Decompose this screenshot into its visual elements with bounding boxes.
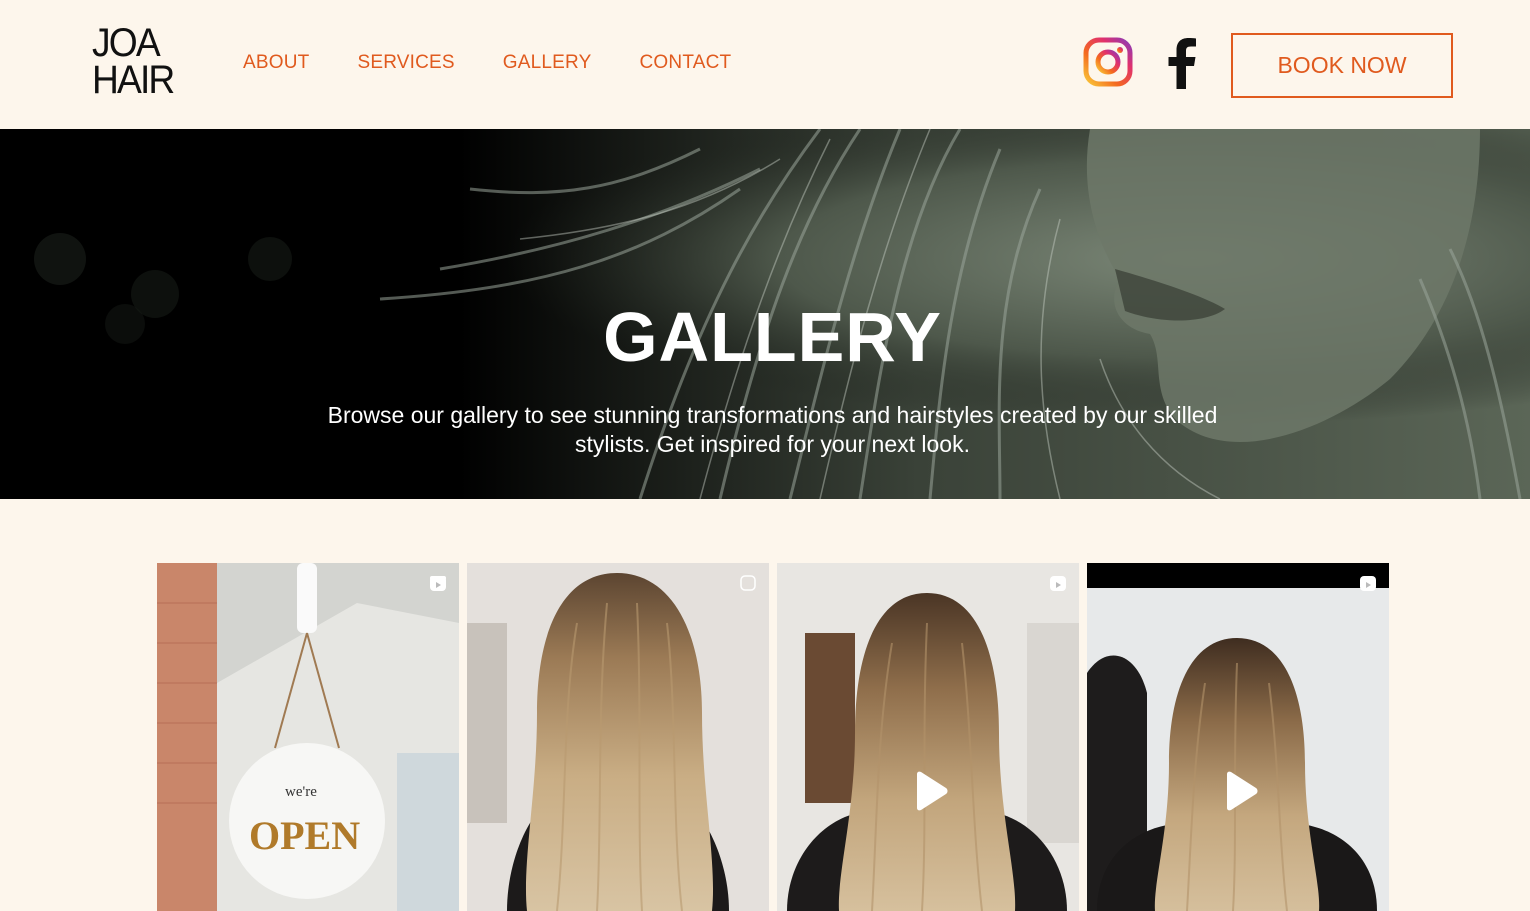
facebook-icon[interactable] <box>1166 37 1198 89</box>
nav-link-about[interactable]: ABOUT <box>243 52 309 74</box>
open-sign-small-text: we're <box>285 784 317 800</box>
hair-photo-2 <box>467 563 769 911</box>
play-icon[interactable] <box>1223 771 1259 811</box>
nav-link-gallery[interactable]: GALLERY <box>503 52 592 74</box>
logo-line-2: HAIR <box>92 58 175 102</box>
play-icon[interactable] <box>913 771 949 811</box>
gallery-tile-2[interactable] <box>467 563 769 911</box>
hair-video-thumbnail-4 <box>1087 563 1389 911</box>
hero-subtitle: Browse our gallery to see stunning trans… <box>300 401 1245 459</box>
gallery-hero: GALLERY Browse our gallery to see stunni… <box>0 129 1530 499</box>
site-header: JOA HAIR ABOUT SERVICES GALLERY CONTACT … <box>0 0 1530 129</box>
gallery-tile-1[interactable]: we're OPEN <box>157 563 459 911</box>
book-now-button[interactable]: BOOK NOW <box>1231 33 1453 98</box>
joa-hair-logo[interactable]: JOA HAIR <box>92 21 175 102</box>
open-sign-photo: we're OPEN <box>157 563 459 911</box>
reel-icon <box>430 576 446 591</box>
hero-subtitle-line-1: Browse our gallery to see stunning trans… <box>327 402 1218 428</box>
page-title: GALLERY <box>603 298 942 376</box>
gallery-grid: we're OPEN <box>157 563 1389 911</box>
open-sign-big-text: OPEN <box>249 813 360 858</box>
instagram-icon[interactable] <box>1083 37 1133 87</box>
hair-video-thumbnail-3 <box>777 563 1079 911</box>
reel-icon <box>1360 576 1376 591</box>
reel-icon <box>740 575 756 591</box>
hero-subtitle-line-2: stylists. Get inspired for your next loo… <box>575 431 970 457</box>
reel-icon <box>1050 576 1066 591</box>
main-nav: ABOUT SERVICES GALLERY CONTACT <box>243 52 731 74</box>
nav-link-services[interactable]: SERVICES <box>357 52 454 74</box>
gallery-tile-4[interactable] <box>1087 563 1389 911</box>
gallery-tile-3[interactable] <box>777 563 1079 911</box>
logo-line-1: JOA <box>92 21 161 65</box>
nav-link-contact[interactable]: CONTACT <box>640 52 732 74</box>
